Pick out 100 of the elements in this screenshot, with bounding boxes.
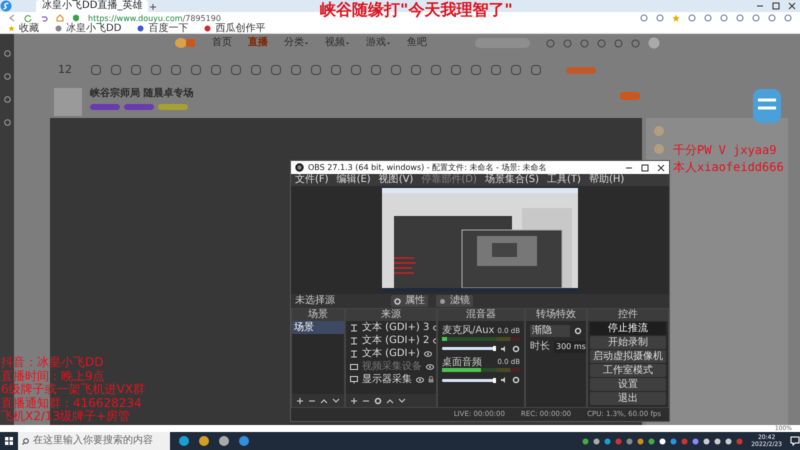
feature-icon[interactable] — [290, 64, 302, 76]
nav-link[interactable]: 游戏 — [366, 37, 391, 49]
feature-icon[interactable] — [370, 64, 382, 76]
fan-tag — [90, 104, 120, 110]
menu-item[interactable]: 帮助(H) — [588, 174, 624, 186]
menu-item[interactable]: 编辑(E) — [336, 174, 371, 186]
feature-icon[interactable] — [270, 64, 282, 76]
feature-icon[interactable] — [350, 64, 362, 76]
feature-icon[interactable] — [130, 64, 142, 76]
dock-title: 来源 — [346, 309, 436, 321]
eye-icon[interactable] — [416, 376, 424, 382]
browser-tab[interactable]: 冰皇小飞DD直播_英雄 — [36, 0, 148, 12]
control-button[interactable]: 退出 — [590, 392, 666, 405]
star-icon[interactable] — [672, 14, 680, 22]
speaker-icon[interactable] — [500, 376, 508, 384]
feature-icon[interactable] — [490, 64, 502, 76]
lock-icon[interactable] — [428, 376, 434, 383]
app-icon[interactable] — [178, 435, 190, 447]
address-field[interactable]: https://www.douyu.com/7895190 — [88, 12, 221, 24]
dock-title: 控件 — [588, 309, 668, 321]
menu-item[interactable]: 场景集合(S) — [484, 174, 540, 186]
window-title: OBS 27.1.3 (64 bit, windows) - 配置文件: 未命名 - 场景: 未命名 — [308, 162, 547, 172]
properties-button[interactable]: 属性 — [391, 295, 428, 307]
duration-field[interactable]: 300 ms — [554, 341, 586, 353]
slider-thumb[interactable] — [493, 378, 496, 382]
feature-icon[interactable] — [250, 64, 262, 76]
feature-icon[interactable] — [170, 64, 182, 76]
feature-icon[interactable] — [530, 64, 542, 76]
taskbar-search-field[interactable]: 在这里输入你要搜索的内容 — [18, 432, 170, 450]
speaker-icon[interactable] — [500, 344, 508, 352]
feature-icon[interactable] — [90, 64, 102, 76]
feature-icon[interactable] — [510, 64, 522, 76]
volume-slider[interactable] — [442, 378, 496, 382]
control-button[interactable]: 停止推流 — [590, 322, 666, 335]
app-icon[interactable] — [218, 435, 230, 447]
bookmark-link[interactable]: 西瓜创作平 — [204, 24, 266, 34]
new-tab-icon[interactable] — [148, 2, 158, 12]
maximize-icon[interactable] — [641, 164, 649, 172]
control-button[interactable]: 工作室模式 — [590, 364, 666, 377]
add-icon[interactable] — [350, 396, 358, 404]
source-item[interactable]: 文本 (GDI+) 3 — [362, 321, 430, 334]
gear-icon[interactable] — [512, 344, 520, 352]
caret-icon — [345, 40, 350, 46]
selection-label: 未选择源 — [295, 295, 335, 307]
back-icon[interactable] — [8, 14, 16, 22]
eye-icon[interactable] — [426, 364, 434, 370]
feature-icon[interactable] — [310, 64, 322, 76]
control-button[interactable]: 启动虚拟摄像机 — [590, 350, 666, 363]
nav-link[interactable]: 视频 — [325, 37, 350, 49]
gear-icon[interactable] — [512, 376, 520, 384]
maximize-icon[interactable] — [772, 2, 780, 10]
filters-button[interactable]: 滤镜 — [436, 295, 473, 307]
scene-item[interactable]: 场景 — [292, 321, 344, 334]
source-item[interactable]: 文本 (GDI+) — [362, 347, 420, 360]
nav-link[interactable]: 分类 — [284, 37, 309, 49]
nav-link[interactable]: 鱼吧 — [407, 37, 427, 49]
bookmark-link[interactable]: 百度一下 — [137, 24, 188, 34]
refresh-icon[interactable] — [24, 14, 32, 22]
feature-icon[interactable] — [430, 64, 442, 76]
up-icon[interactable] — [320, 396, 328, 404]
eye-icon[interactable] — [424, 350, 432, 356]
notification-icon[interactable] — [790, 436, 800, 446]
fan-tag — [124, 104, 154, 110]
add-icon[interactable] — [296, 396, 304, 404]
menu-item[interactable]: 视图(V) — [378, 174, 414, 186]
gear-icon[interactable] — [374, 396, 382, 404]
control-button[interactable]: 开始录制 — [590, 336, 666, 349]
volume-slider[interactable] — [442, 347, 496, 350]
gear-icon[interactable] — [574, 327, 582, 335]
room-title: 峡谷宗师局 随晨卓专场 — [90, 88, 194, 100]
feature-icon[interactable] — [390, 64, 402, 76]
up-icon[interactable] — [386, 396, 394, 404]
monitor-icon — [350, 376, 358, 384]
home-icon[interactable] — [56, 14, 64, 22]
slider-thumb[interactable] — [493, 346, 496, 351]
app-icon[interactable] — [238, 435, 250, 447]
close-icon[interactable] — [788, 2, 796, 10]
bookmark-link[interactable]: 冰皇小飞DD — [55, 24, 122, 34]
feature-icon[interactable] — [150, 64, 162, 76]
feature-icon[interactable] — [230, 64, 242, 76]
control-button[interactable]: 设置 — [590, 378, 666, 391]
feature-icon[interactable] — [330, 64, 342, 76]
menu-item[interactable]: 工具(T) — [547, 174, 581, 186]
text-icon — [350, 350, 358, 358]
menu-item[interactable]: 文件(F) — [295, 174, 329, 186]
feature-icon[interactable] — [410, 64, 422, 76]
down-icon[interactable] — [332, 396, 340, 404]
down-icon[interactable] — [398, 396, 406, 404]
feature-icon[interactable] — [110, 64, 122, 76]
feature-icon[interactable] — [210, 64, 222, 76]
transition-select[interactable]: 渐隐 — [530, 325, 570, 337]
app-icon[interactable] — [198, 435, 210, 447]
undo-icon[interactable] — [40, 14, 48, 22]
feature-icon[interactable] — [470, 64, 482, 76]
source-item[interactable]: 文本 (GDI+) 2 — [362, 334, 430, 347]
feature-icon[interactable] — [190, 64, 202, 76]
bookmark-link[interactable]: 收藏 — [8, 24, 39, 34]
close-icon[interactable] — [657, 164, 665, 172]
source-item[interactable]: 显示器采集 — [362, 373, 412, 386]
feature-icon[interactable] — [450, 64, 462, 76]
